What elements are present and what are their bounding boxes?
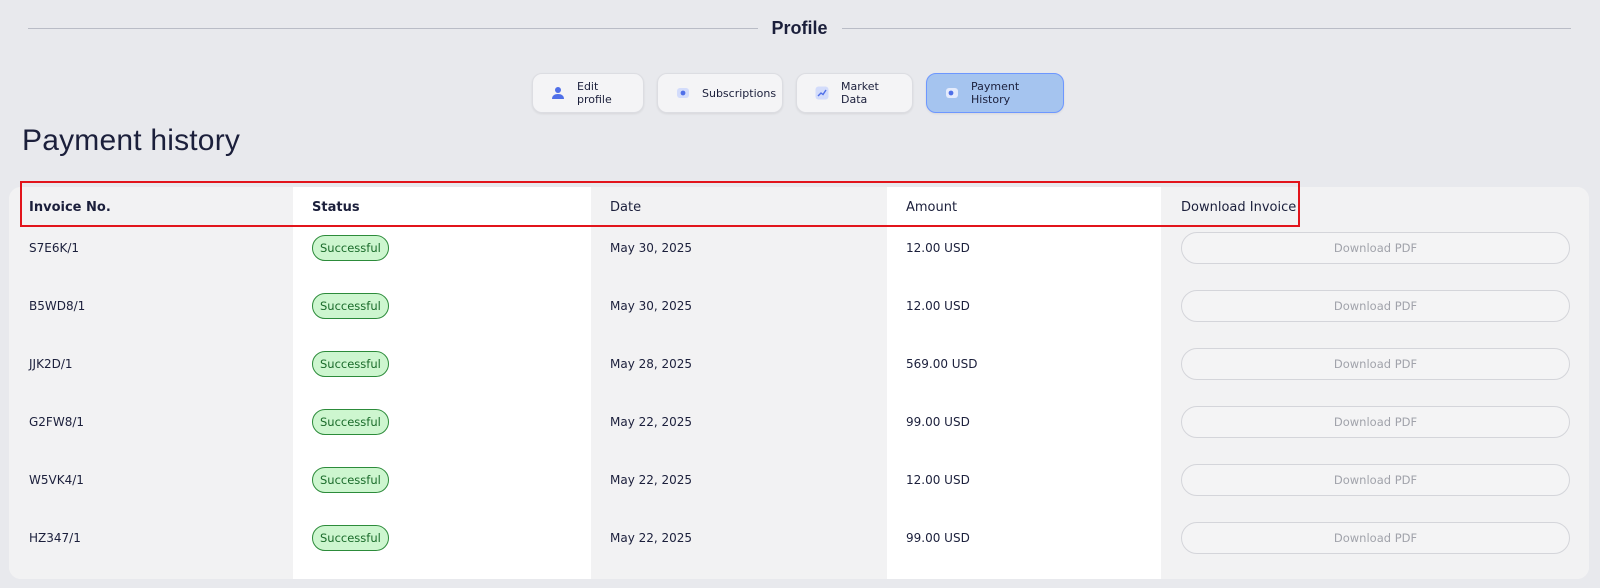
download-pdf-button[interactable]: Download PDF: [1181, 290, 1570, 322]
header-amount: Amount: [906, 199, 958, 215]
download-cell: Download PDF: [1181, 277, 1570, 335]
table-row: G2FW8/1 Successful May 22, 2025 99.00 US…: [9, 393, 1589, 451]
status-badge: Successful: [312, 467, 389, 493]
status-badge: Successful: [312, 235, 389, 261]
amount-cell: 12.00 USD: [906, 473, 970, 487]
table-row: HZ347/1 Successful May 22, 2025 99.00 US…: [9, 509, 1589, 567]
profile-page: Profile Edit profile Subscriptions Marke…: [0, 0, 1600, 588]
tab-label: Payment History: [971, 80, 1020, 106]
table-row: B5WD8/1 Successful May 30, 2025 12.00 US…: [9, 277, 1589, 335]
download-cell: Download PDF: [1181, 335, 1570, 393]
invoice-number: HZ347/1: [29, 531, 81, 545]
date-cell: May 22, 2025: [610, 415, 693, 429]
amount-cell: 99.00 USD: [906, 531, 970, 545]
amount-cell: 569.00 USD: [906, 357, 978, 371]
download-cell: Download PDF: [1181, 451, 1570, 509]
status-cell: Successful: [312, 393, 389, 451]
download-pdf-button[interactable]: Download PDF: [1181, 406, 1570, 438]
date-cell: May 22, 2025: [610, 473, 693, 487]
profile-title: Profile: [771, 17, 828, 38]
status-cell: Successful: [312, 451, 389, 509]
tab-label: Edit profile: [577, 80, 612, 106]
table-header: Invoice No. Status Date Amount Download …: [9, 187, 1589, 219]
download-cell: Download PDF: [1181, 393, 1570, 451]
divider-right: [841, 27, 1572, 29]
divider-left: [28, 27, 758, 29]
tab-edit-profile[interactable]: Edit profile: [532, 73, 644, 113]
status-cell: Successful: [312, 219, 389, 277]
invoice-number: JJK2D/1: [29, 357, 73, 371]
download-pdf-button[interactable]: Download PDF: [1181, 522, 1570, 554]
chart-icon: [815, 85, 829, 101]
table-row: S7E6K/1 Successful May 30, 2025 12.00 US…: [9, 219, 1589, 277]
invoice-number: S7E6K/1: [29, 241, 80, 255]
status-badge: Successful: [312, 409, 389, 435]
download-pdf-button[interactable]: Download PDF: [1181, 232, 1570, 264]
amount-cell: 12.00 USD: [906, 241, 970, 255]
header-download: Download Invoice: [1181, 199, 1297, 215]
download-pdf-button[interactable]: Download PDF: [1181, 464, 1570, 496]
date-cell: May 30, 2025: [610, 299, 693, 313]
payment-table: Invoice No. Status Date Amount Download …: [9, 187, 1589, 579]
status-cell: Successful: [312, 509, 389, 567]
download-pdf-button[interactable]: Download PDF: [1181, 348, 1570, 380]
status-badge: Successful: [312, 525, 389, 551]
download-cell: Download PDF: [1181, 509, 1570, 567]
amount-cell: 99.00 USD: [906, 415, 970, 429]
header-invoice: Invoice No.: [29, 199, 111, 215]
profile-tabs: Edit profile Subscriptions Market Data P…: [532, 73, 1064, 113]
date-cell: May 30, 2025: [610, 241, 693, 255]
user-icon: [551, 85, 565, 101]
header-status: Status: [312, 199, 360, 215]
tab-subscriptions[interactable]: Subscriptions: [657, 73, 783, 113]
status-badge: Successful: [312, 293, 389, 319]
download-cell: Download PDF: [1181, 219, 1570, 277]
status-cell: Successful: [312, 335, 389, 393]
invoice-number: B5WD8/1: [29, 299, 86, 313]
page-title: Payment history: [22, 124, 241, 157]
invoice-number: W5VK4/1: [29, 473, 84, 487]
date-cell: May 28, 2025: [610, 357, 693, 371]
payment-icon: [945, 85, 959, 101]
subscription-icon: [676, 85, 690, 101]
status-badge: Successful: [312, 351, 389, 377]
invoice-number: G2FW8/1: [29, 415, 85, 429]
tab-market-data[interactable]: Market Data: [796, 73, 913, 113]
tab-label: Market Data: [841, 80, 879, 106]
table-row: JJK2D/1 Successful May 28, 2025 569.00 U…: [9, 335, 1589, 393]
table-row: W5VK4/1 Successful May 22, 2025 12.00 US…: [9, 451, 1589, 509]
amount-cell: 12.00 USD: [906, 299, 970, 313]
header-date: Date: [610, 199, 642, 215]
profile-header: Profile: [28, 14, 1572, 42]
date-cell: May 22, 2025: [610, 531, 693, 545]
tab-label: Subscriptions: [702, 86, 777, 100]
tab-payment-history[interactable]: Payment History: [926, 73, 1064, 113]
status-cell: Successful: [312, 277, 389, 335]
